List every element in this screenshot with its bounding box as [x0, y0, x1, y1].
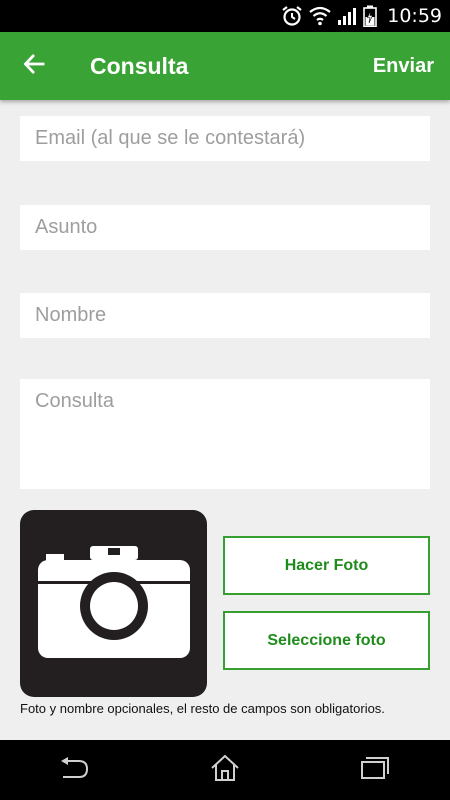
nav-recents-button[interactable] [335, 740, 415, 800]
app-bar: Consulta Enviar [0, 32, 450, 100]
arrow-left-icon [22, 52, 46, 81]
back-nav-icon [59, 756, 91, 784]
message-field[interactable] [20, 379, 430, 489]
send-button[interactable]: Enviar [373, 32, 434, 100]
take-photo-button[interactable]: Hacer Foto [223, 536, 430, 595]
status-bar: 10:59 [0, 0, 450, 32]
recent-apps-icon [360, 756, 390, 785]
status-time: 10:59 [387, 5, 442, 27]
email-field[interactable] [20, 116, 430, 161]
alarm-icon [281, 5, 303, 27]
nav-back-button[interactable] [35, 740, 115, 800]
page-title: Consulta [90, 52, 189, 79]
home-icon [210, 754, 240, 787]
form-note: Foto y nombre opcionales, el resto de ca… [20, 701, 385, 716]
signal-icon [337, 6, 357, 26]
subject-field[interactable] [20, 205, 430, 250]
nav-home-button[interactable] [185, 740, 265, 800]
nav-bar [0, 740, 450, 800]
select-photo-button[interactable]: Seleccione foto [223, 611, 430, 670]
name-field[interactable] [20, 293, 430, 338]
back-button[interactable] [2, 32, 66, 100]
battery-charging-icon [363, 5, 378, 27]
camera-icon [37, 544, 190, 663]
wifi-icon [309, 6, 331, 26]
photo-preview[interactable] [20, 510, 207, 697]
